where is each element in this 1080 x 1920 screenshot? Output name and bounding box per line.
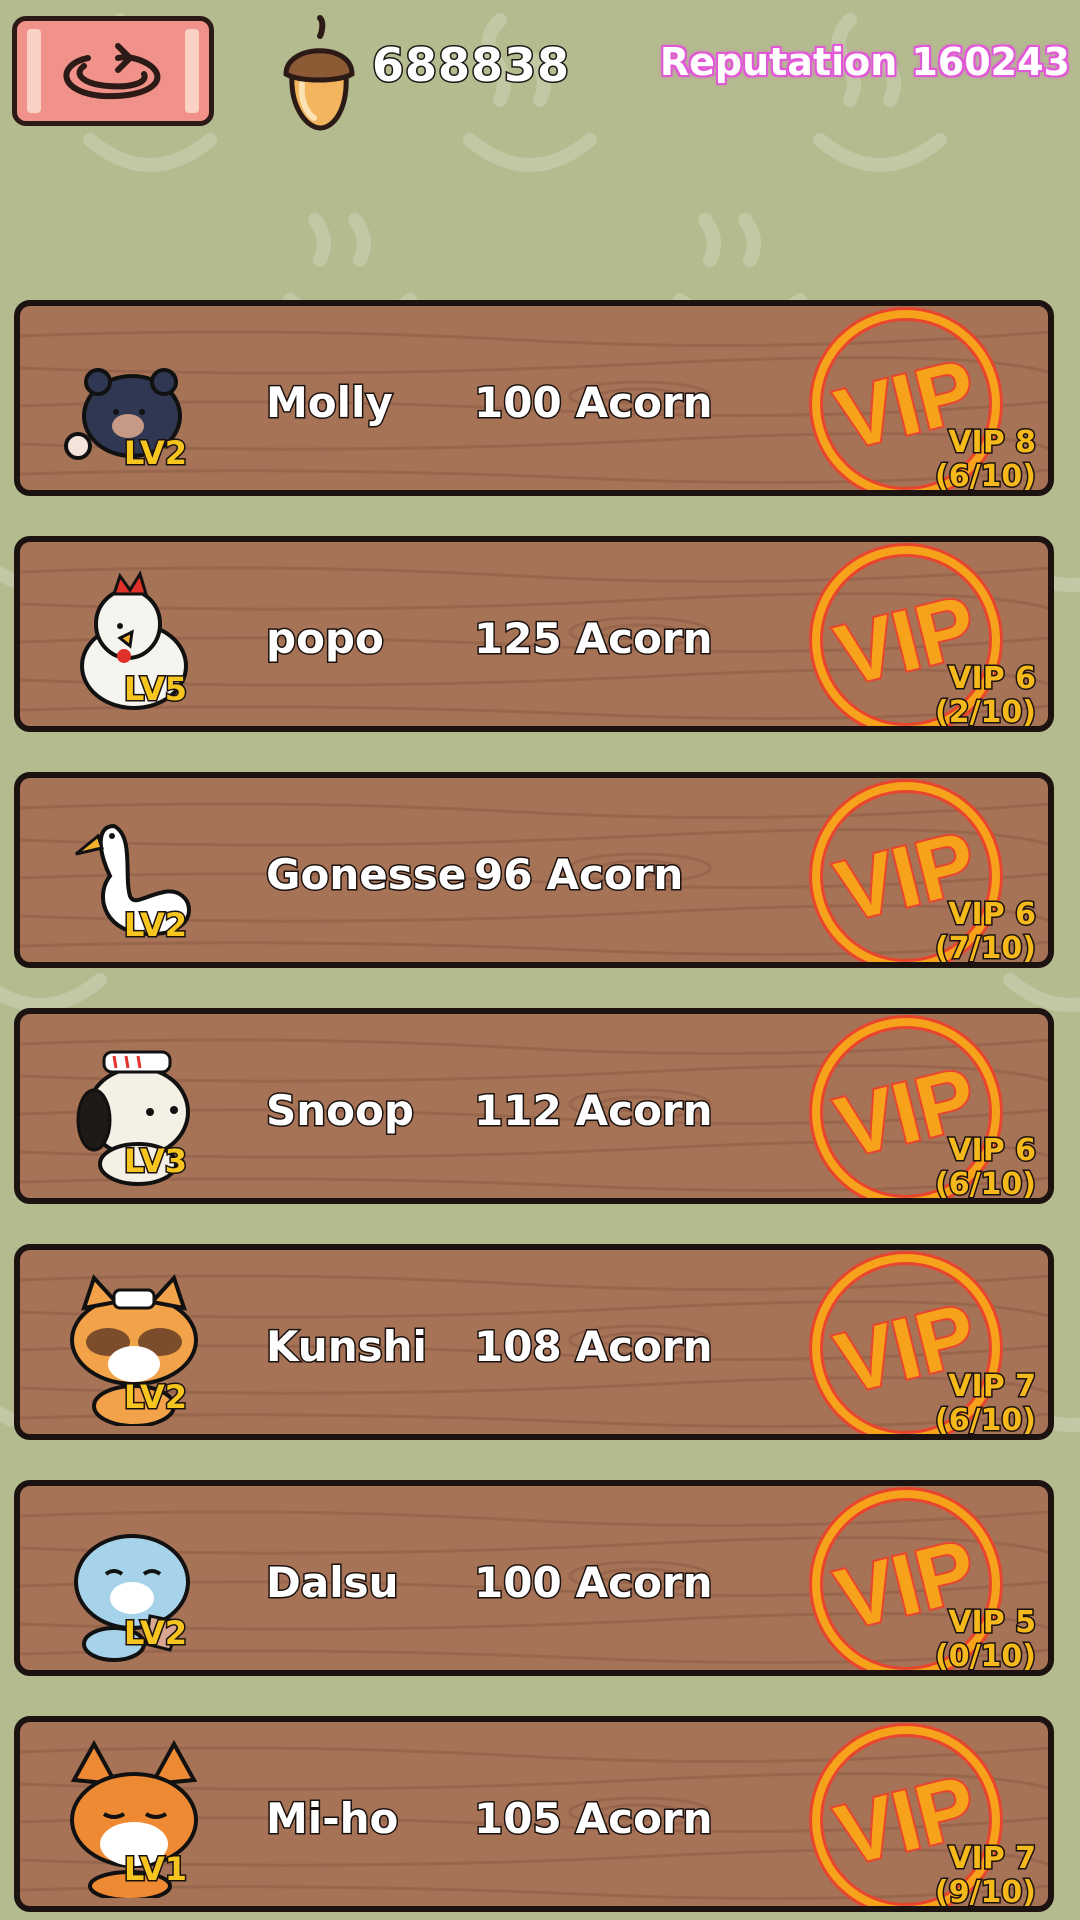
vip-progress: (2/10): [933, 694, 1037, 730]
customer-level: LV3: [122, 1141, 188, 1182]
reputation-value: 160243: [911, 40, 1070, 84]
customer-row-snoop[interactable]: LV3 Snoop 112 Acorn VIP VIP 6 (6/10): [14, 1008, 1054, 1204]
vip-level: VIP 7: [947, 1840, 1038, 1877]
customer-name: Molly: [265, 377, 395, 429]
customer-price: 96 Acorn: [472, 849, 685, 901]
vip-status: VIP 7 (9/10): [933, 1840, 1038, 1910]
customer-row-dalsu[interactable]: LV2 Dalsu 100 Acorn VIP VIP 5 (0/10): [14, 1480, 1054, 1676]
vip-status: VIP 7 (6/10): [933, 1368, 1038, 1438]
customer-name: Gonesse: [264, 849, 467, 901]
vip-progress: (6/10): [933, 1166, 1037, 1202]
vip-level: VIP 6: [947, 896, 1038, 933]
acorn-icon: [283, 15, 355, 131]
vip-progress: (6/10): [933, 458, 1037, 494]
vip-level: VIP 6: [947, 1132, 1038, 1169]
price-amount: 100: [473, 1557, 564, 1609]
customer-price: 100 Acorn: [473, 377, 715, 429]
vip-progress: (7/10): [933, 930, 1037, 966]
price-amount: 100: [473, 377, 564, 429]
price-currency: Acorn: [574, 377, 714, 429]
price-currency: Acorn: [574, 1557, 714, 1609]
customer-price: 112 Acorn: [473, 1085, 715, 1137]
customer-row-gonesse[interactable]: LV2 Gonesse 96 Acorn VIP VIP 6 (7/10): [14, 772, 1054, 968]
customer-row-popo[interactable]: LV5 popo 125 Acorn VIP VIP 6 (2/10): [14, 536, 1054, 732]
customer-level: LV5: [122, 669, 188, 710]
vip-progress: (6/10): [933, 1402, 1037, 1438]
customer-row-kunshi[interactable]: LV2 Kunshi 108 Acorn VIP VIP 7 (6/10): [14, 1244, 1054, 1440]
customer-name: Snoop: [265, 1085, 416, 1137]
customer-level: LV2: [122, 1613, 188, 1654]
vip-status: VIP 6 (6/10): [933, 1132, 1038, 1202]
price-amount: 125: [473, 613, 564, 665]
customer-row-mi-ho[interactable]: LV1 Mi-ho 105 Acorn VIP VIP 7 (9/10): [14, 1716, 1054, 1912]
vip-progress: (9/10): [933, 1874, 1037, 1910]
customer-price: 105 Acorn: [473, 1793, 715, 1845]
back-button[interactable]: [12, 16, 214, 126]
vip-status: VIP 5 (0/10): [933, 1604, 1038, 1674]
customer-row-molly[interactable]: LV2 Molly 100 Acorn VIP VIP 8 (6/10): [14, 300, 1054, 496]
price-amount: 112: [473, 1085, 564, 1137]
customer-price: 100 Acorn: [473, 1557, 715, 1609]
price-amount: 105: [473, 1793, 564, 1845]
price-currency: Acorn: [574, 1321, 714, 1373]
customer-level: LV1: [122, 1849, 188, 1890]
price-amount: 108: [473, 1321, 564, 1373]
reputation-display: Reputation 160243: [660, 40, 1070, 84]
vip-level: VIP 6: [947, 660, 1038, 697]
customer-price: 125 Acorn: [473, 613, 715, 665]
price-currency: Acorn: [574, 613, 714, 665]
customer-name: Mi-ho: [264, 1793, 399, 1845]
customer-price: 108 Acorn: [473, 1321, 715, 1373]
customer-level: LV2: [122, 1377, 188, 1418]
vip-status: VIP 6 (7/10): [933, 896, 1038, 966]
customer-name: popo: [265, 613, 386, 665]
vip-status: VIP 6 (2/10): [933, 660, 1038, 730]
price-amount: 96: [472, 849, 533, 901]
customer-level: LV2: [122, 905, 188, 946]
customer-name: Dalsu: [265, 1557, 401, 1609]
vip-level: VIP 7: [947, 1368, 1038, 1405]
reputation-label: Reputation: [659, 40, 898, 84]
price-currency: Acorn: [574, 1085, 714, 1137]
customer-name: Kunshi: [265, 1321, 429, 1373]
vip-progress: (0/10): [933, 1638, 1037, 1674]
vip-level: VIP 8: [947, 424, 1038, 461]
vip-status: VIP 8 (6/10): [933, 424, 1038, 494]
customer-level: LV2: [122, 433, 188, 474]
price-currency: Acorn: [545, 849, 685, 901]
acorn-balance: 688838: [370, 37, 571, 94]
back-arrow-icon: [63, 43, 161, 100]
vip-level: VIP 5: [947, 1604, 1038, 1641]
price-currency: Acorn: [574, 1793, 714, 1845]
